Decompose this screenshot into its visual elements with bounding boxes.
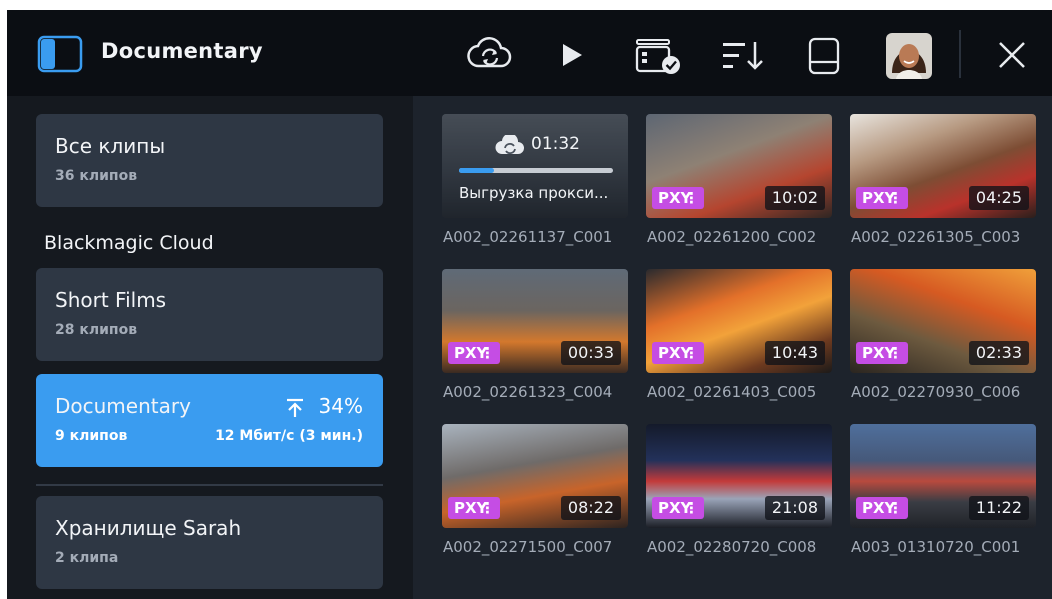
proxy-badge: PXY ⋮	[856, 187, 908, 209]
project-label: Documentary	[55, 394, 191, 418]
app-window: Documentary Все клипы 36 клипов Blackmag…	[7, 10, 1052, 599]
storage-count: 2 клипа	[55, 550, 119, 566]
all-clips-label: Все клипы	[55, 134, 166, 158]
cloud-sync-icon[interactable]	[467, 36, 513, 72]
upload-status: Выгрузка прокси...	[459, 184, 609, 202]
clip-duration: 21:08	[764, 496, 825, 520]
clip-name: A002_02271500_C007	[443, 538, 613, 556]
sidebar-divider	[36, 484, 383, 486]
sidebar: Все клипы 36 клипов Blackmagic Cloud Sho…	[7, 96, 413, 599]
proxy-badge: PXY ⋮	[856, 497, 908, 519]
all-clips-item[interactable]: Все клипы 36 клипов	[36, 114, 383, 207]
upload-rate: 12 Мбит/с (3 мин.)	[215, 428, 363, 444]
clip-duration: 10:43	[764, 341, 825, 365]
close-icon[interactable]	[997, 40, 1027, 70]
play-icon[interactable]	[560, 42, 584, 68]
clip-thumbnail[interactable]: 01:32 Выгрузка прокси...	[442, 114, 628, 218]
upload-progress-fill	[459, 168, 495, 173]
all-clips-count: 36 клипов	[55, 168, 138, 184]
page-title: Documentary	[101, 39, 263, 63]
project-documentary[interactable]: Documentary 34% 9 клипов 12 Мбит/с (3 ми…	[36, 374, 383, 467]
clip-thumbnail[interactable]: PXY ⋮ 02:33	[850, 269, 1036, 373]
clip-name: A003_01310720_C001	[851, 538, 1021, 556]
clip-duration: 11:22	[968, 496, 1029, 520]
sort-icon[interactable]	[722, 40, 764, 72]
clip-duration: 00:33	[560, 341, 621, 365]
clip-thumbnail[interactable]: PXY ⋮ 00:33	[442, 269, 628, 373]
clip-thumbnail[interactable]: PXY ⋮ 11:22	[850, 424, 1036, 528]
clip-name: A002_02280720_C008	[647, 538, 817, 556]
clip-duration: 04:25	[968, 186, 1029, 210]
project-count: 9 клипов	[55, 428, 128, 444]
clip-duration: 02:33	[968, 341, 1029, 365]
toolbar-divider	[959, 30, 961, 78]
project-short-films[interactable]: Short Films 28 клипов	[36, 268, 383, 361]
cloud-sync-icon	[495, 135, 524, 154]
storage-sarah[interactable]: Хранилище Sarah 2 клипа	[36, 496, 383, 589]
upload-progress: 34%	[318, 394, 363, 418]
upload-progress-bar	[459, 168, 613, 173]
proxy-badge: PXY ⋮	[652, 497, 704, 519]
clip-name: A002_02261305_C003	[851, 228, 1021, 246]
project-label: Short Films	[55, 288, 167, 312]
clip-name: A002_02261137_C001	[443, 228, 613, 246]
proxy-badge: PXY ⋮	[448, 342, 500, 364]
clip-name: A002_02261323_C004	[443, 383, 613, 401]
storage-label: Хранилище Sarah	[55, 516, 242, 540]
sidebar-toggle-icon[interactable]	[37, 35, 83, 73]
proxy-badge: PXY ⋮	[652, 187, 704, 209]
media-card-check-icon[interactable]	[635, 37, 683, 75]
proxy-badge: PXY ⋮	[856, 342, 908, 364]
proxy-badge: PXY ⋮	[652, 342, 704, 364]
clip-name: A002_02270930_C006	[851, 383, 1021, 401]
clip-thumbnail[interactable]: PXY ⋮ 08:22	[442, 424, 628, 528]
clip-duration: 10:02	[764, 186, 825, 210]
user-avatar[interactable]	[886, 33, 932, 79]
clip-duration: 08:22	[560, 496, 621, 520]
clip-name: A002_02261200_C002	[647, 228, 817, 246]
clip-name: A002_02261403_C005	[647, 383, 817, 401]
clip-thumbnail[interactable]: PXY ⋮ 04:25	[850, 114, 1036, 218]
clip-thumbnail[interactable]: PXY ⋮ 10:02	[646, 114, 832, 218]
drive-icon[interactable]	[808, 37, 840, 75]
project-count: 28 клипов	[55, 322, 138, 338]
top-bar: Documentary	[7, 10, 1052, 96]
proxy-badge: PXY ⋮	[448, 497, 500, 519]
upload-time: 01:32	[531, 134, 580, 154]
upload-icon	[287, 398, 303, 417]
section-title: Blackmagic Cloud	[44, 232, 214, 254]
clip-thumbnail[interactable]: PXY ⋮ 21:08	[646, 424, 832, 528]
clip-thumbnail[interactable]: PXY ⋮ 10:43	[646, 269, 832, 373]
